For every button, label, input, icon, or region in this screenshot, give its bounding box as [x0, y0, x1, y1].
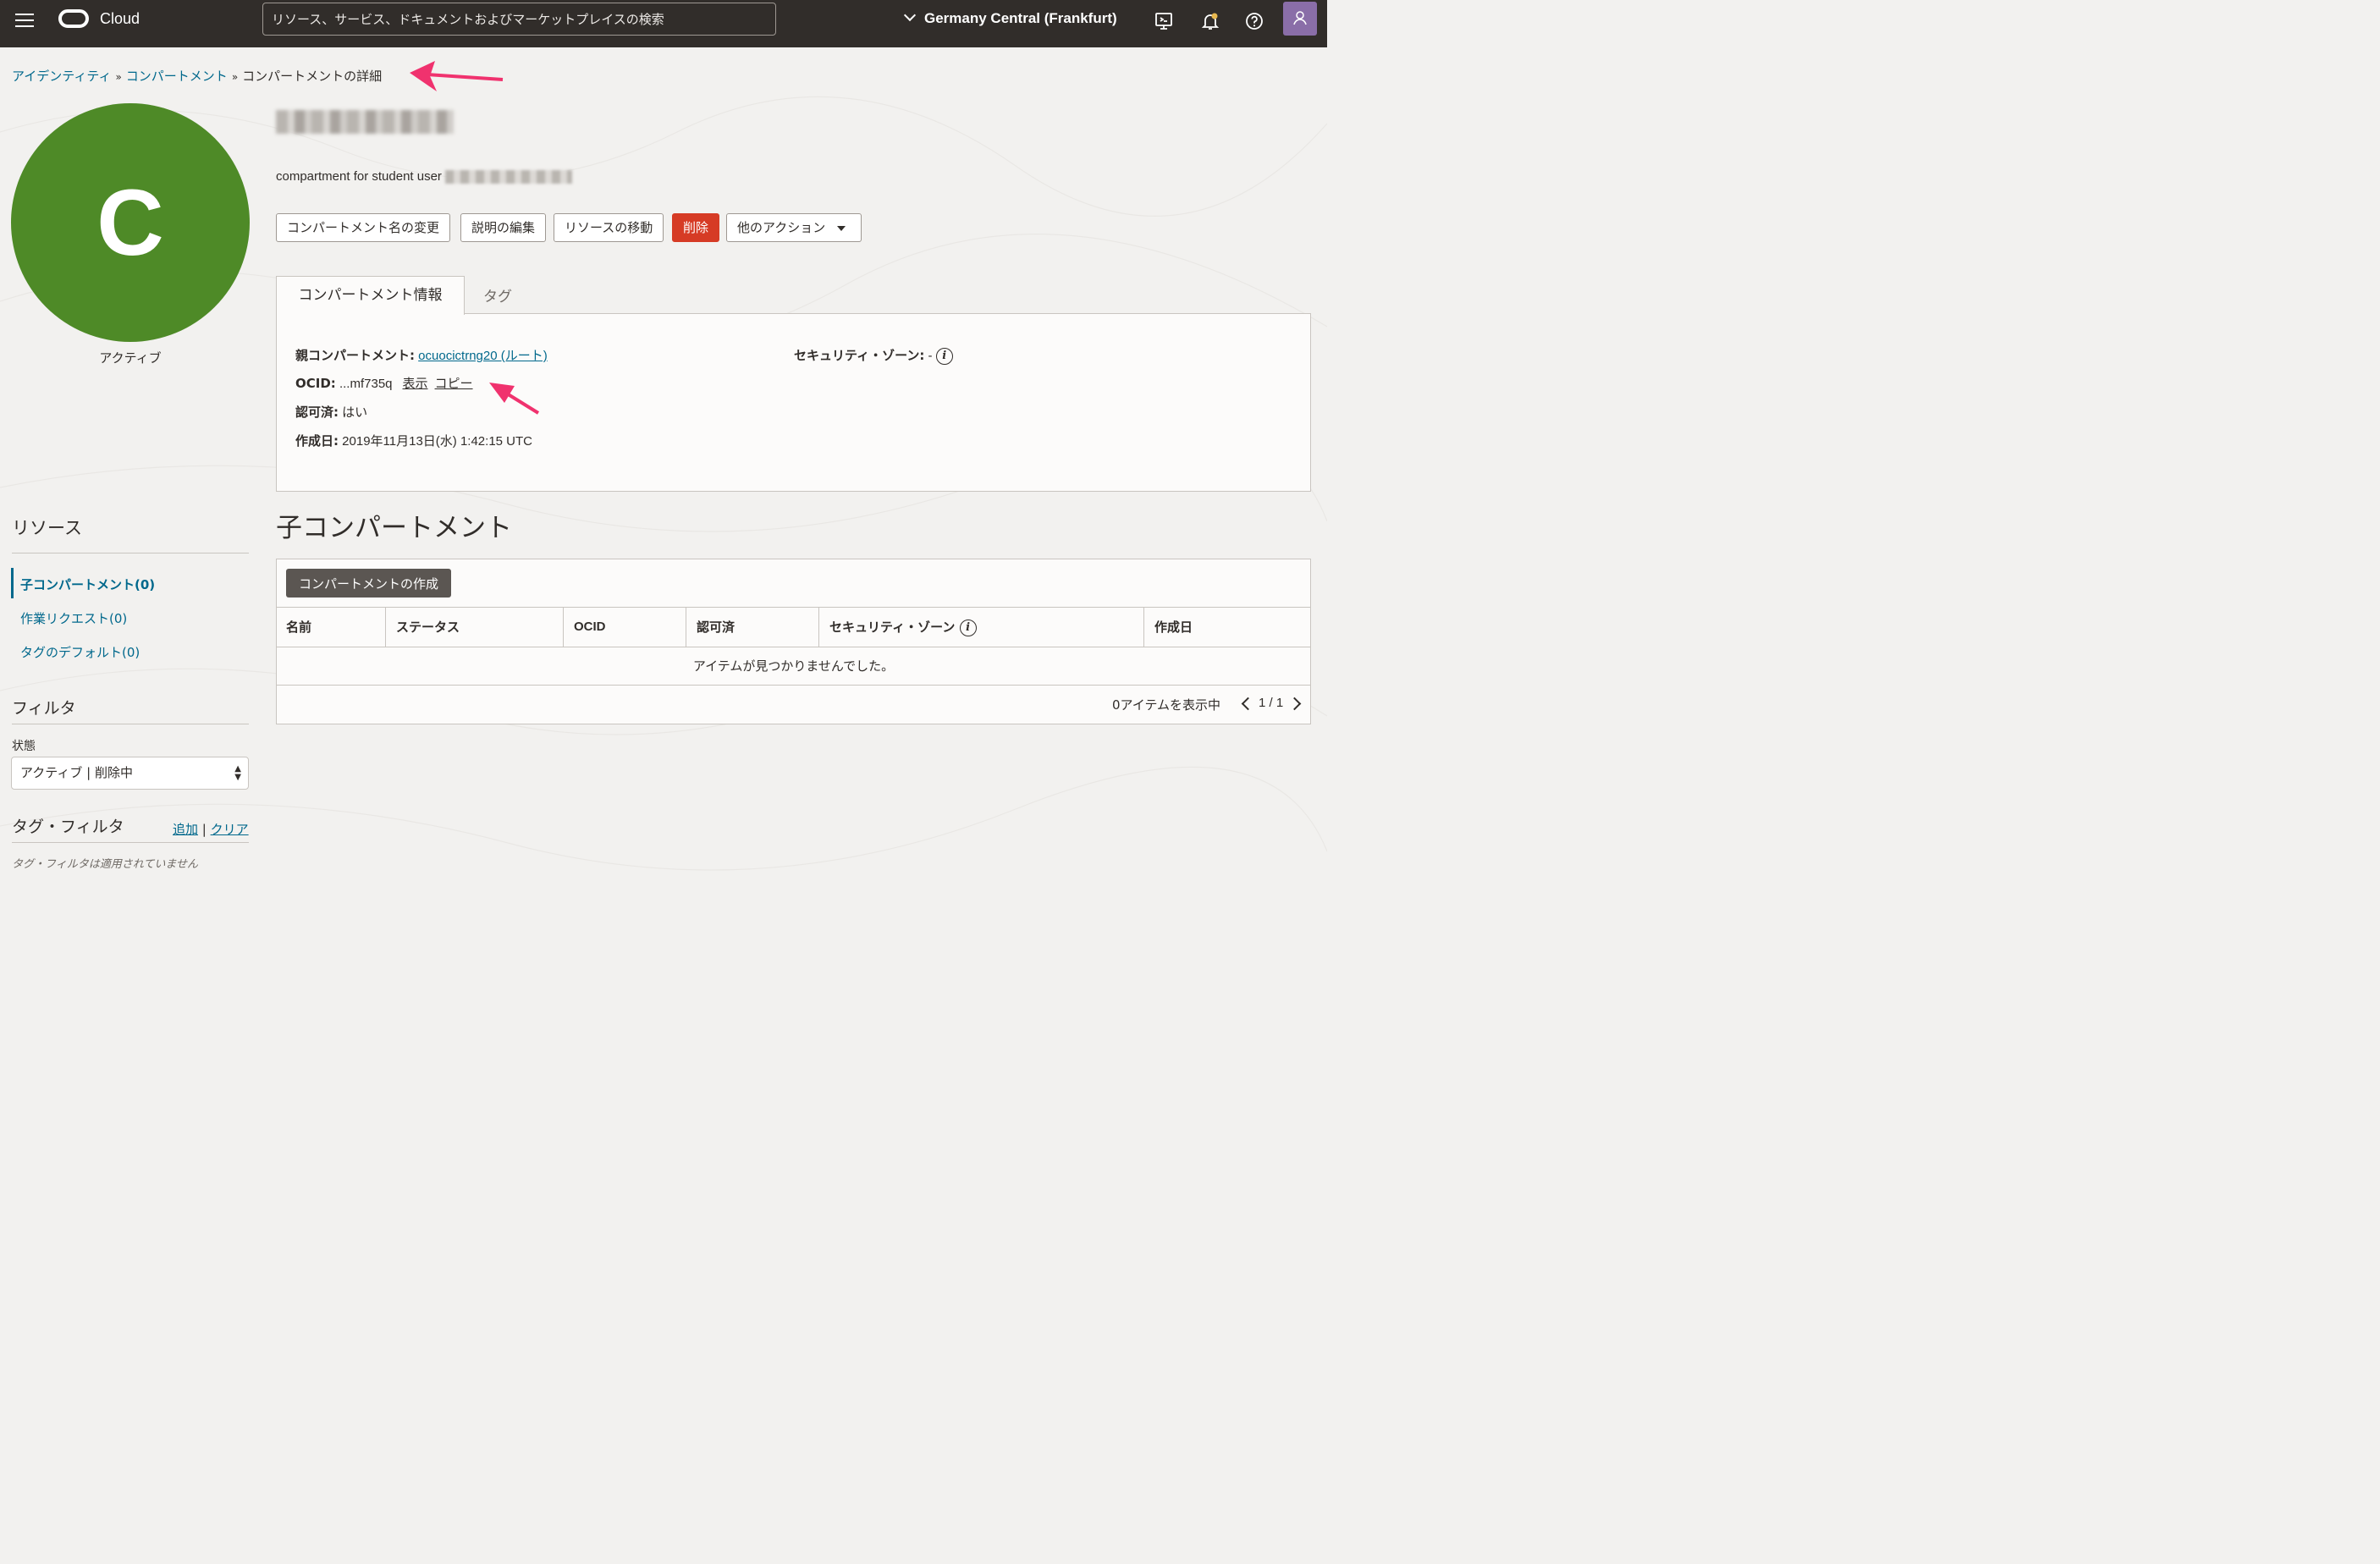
create-compartment-button[interactable]: コンパートメントの作成: [286, 569, 451, 598]
state-filter-select[interactable]: アクティブ | 削除中 ▲ ▼: [11, 757, 249, 790]
column-header-name[interactable]: 名前: [276, 608, 386, 647]
parent-compartment-link[interactable]: ocuocictrng20 (ルート): [418, 349, 548, 363]
table-header: 名前 ステータス OCID 認可済 セキュリティ・ゾーン i 作成日: [276, 607, 1311, 647]
breadcrumb: アイデンティティ» コンパートメント» コンパートメントの詳細: [12, 67, 382, 85]
column-header-status[interactable]: ステータス: [386, 608, 564, 647]
breadcrumb-identity[interactable]: アイデンティティ: [12, 69, 111, 84]
created-value: 2019年11月13日(水) 1:42:15 UTC: [342, 434, 532, 449]
filter-heading: フィルタ: [12, 699, 76, 718]
select-arrows-icon: ▲ ▼: [234, 764, 241, 782]
tag-filter-clear-link[interactable]: クリア: [211, 822, 249, 837]
top-navigation-bar: Cloud Germany Central (Frankfurt): [0, 0, 1327, 47]
ocid-row: OCID: ...mf735q 表示 コピー: [295, 374, 473, 392]
menu-icon[interactable]: [15, 14, 34, 32]
column-header-authorized[interactable]: 認可済: [686, 608, 819, 647]
column-header-ocid[interactable]: OCID: [564, 608, 686, 647]
redacted-username: [444, 170, 572, 184]
active-indicator: [11, 568, 14, 598]
state-filter-label: 状態: [12, 740, 36, 753]
more-actions-label: 他のアクション: [737, 220, 826, 235]
breadcrumb-compartments[interactable]: コンパートメント: [126, 69, 228, 84]
info-icon[interactable]: i: [935, 348, 953, 366]
delete-button[interactable]: 削除: [672, 213, 720, 242]
user-icon: [1293, 11, 1307, 25]
chevron-down-icon: [903, 8, 917, 22]
search-input[interactable]: [262, 3, 776, 36]
region-selector[interactable]: Germany Central (Frankfurt): [902, 8, 1117, 27]
tab-tags[interactable]: タグ: [483, 284, 512, 306]
tab-compartment-info[interactable]: コンパートメント情報: [276, 276, 465, 315]
oracle-logo[interactable]: [58, 9, 89, 28]
info-icon[interactable]: i: [959, 619, 977, 636]
resources-heading: リソース: [12, 518, 82, 538]
divider: [12, 842, 249, 843]
cloud-shell-icon[interactable]: [1154, 12, 1173, 30]
column-header-security-zone[interactable]: セキュリティ・ゾーン i: [819, 608, 1144, 647]
ocid-value: ...mf735q: [339, 377, 393, 391]
security-zone-value: -: [928, 349, 933, 363]
sidebar-item-child-compartments[interactable]: 子コンパートメント(0): [20, 575, 155, 593]
breadcrumb-separator: »: [231, 71, 239, 83]
tag-filter-empty-message: タグ・フィルタは適用されていません: [12, 858, 198, 871]
tag-filter-heading: タグ・フィルタ: [12, 818, 124, 836]
items-shown-count: 0アイテムを表示中: [1112, 697, 1221, 713]
compartment-status: アクティブ: [99, 350, 162, 366]
compartment-description: compartment for student user: [276, 169, 572, 184]
breadcrumb-separator: »: [115, 71, 122, 83]
parent-compartment-row: 親コンパートメント: ocuocictrng20 (ルート): [295, 346, 548, 364]
more-actions-button[interactable]: 他のアクション: [726, 213, 862, 242]
compartment-name-redacted: [276, 110, 454, 134]
compartment-avatar: C: [11, 103, 250, 342]
authorized-label: 認可済:: [295, 405, 339, 420]
notification-bell-icon[interactable]: [1201, 12, 1220, 30]
page-indicator: 1 / 1: [1259, 696, 1284, 710]
security-zone-row: セキュリティ・ゾーン: - i: [794, 346, 953, 366]
move-resource-button[interactable]: リソースの移動: [554, 213, 664, 242]
ocid-label: OCID:: [295, 376, 336, 391]
rename-compartment-button[interactable]: コンパートメント名の変更: [276, 213, 451, 242]
authorized-value: はい: [342, 405, 368, 420]
annotation-arrow: [410, 61, 504, 91]
ocid-show-link[interactable]: 表示: [403, 377, 428, 391]
tag-filter-add-link[interactable]: 追加: [173, 822, 198, 837]
security-zone-column-label: セキュリティ・ゾーン: [829, 620, 956, 635]
created-label: 作成日:: [295, 433, 339, 449]
sidebar-item-work-requests[interactable]: 作業リクエスト(0): [20, 609, 127, 627]
created-row: 作成日: 2019年11月13日(水) 1:42:15 UTC: [295, 432, 532, 449]
sidebar-item-tag-defaults[interactable]: タグのデフォルト(0): [20, 643, 140, 661]
security-zone-label: セキュリティ・ゾーン:: [794, 348, 925, 363]
child-compartments-heading: 子コンパートメント: [276, 513, 512, 543]
user-avatar[interactable]: [1283, 2, 1317, 36]
edit-description-button[interactable]: 説明の編集: [460, 213, 547, 242]
region-label: Germany Central (Frankfurt): [924, 10, 1117, 26]
column-header-created[interactable]: 作成日: [1144, 608, 1311, 647]
brand-label[interactable]: Cloud: [100, 10, 140, 28]
table-empty-message: アイテムが見つかりませんでした。: [276, 647, 1311, 686]
tag-filter-actions: 追加 | クリア: [173, 822, 249, 837]
state-filter-value: アクティブ | 削除中: [20, 765, 133, 780]
parent-compartment-label: 親コンパートメント:: [295, 348, 415, 363]
description-text: compartment for student user: [276, 169, 442, 184]
help-icon[interactable]: [1245, 12, 1264, 30]
ocid-copy-link[interactable]: コピー: [435, 377, 473, 391]
caret-down-icon: [837, 225, 846, 231]
compartment-info-panel: [276, 313, 1311, 492]
breadcrumb-current: コンパートメントの詳細: [242, 69, 383, 84]
authorized-row: 認可済: はい: [295, 403, 367, 421]
